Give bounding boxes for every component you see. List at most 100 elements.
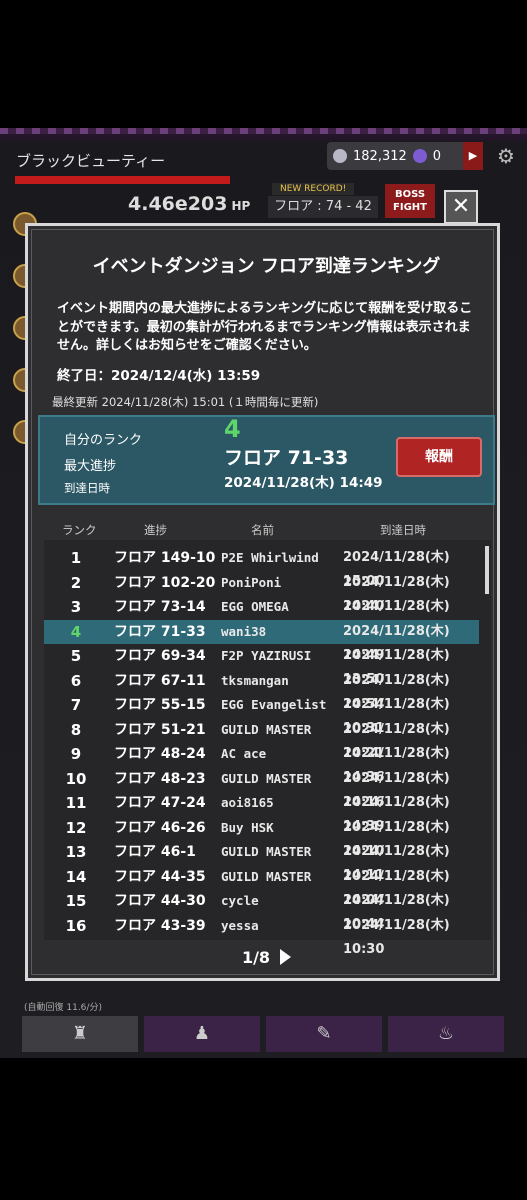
rank-cell: 4 <box>70 622 82 641</box>
coin-amount: 182,312 <box>353 148 407 164</box>
ranking-row: 4 フロア 71-33 wani38 2024/11/28(木) 14:49 <box>44 619 479 663</box>
ranking-row: 7 フロア 55-15 EGG Evangelist 2024/11/28(木) 10… <box>44 693 479 736</box>
player-name-cell: tksmangan <box>221 672 289 688</box>
max-progress-value: フロア 71-33 <box>224 447 349 469</box>
character-icon: ♟ <box>193 1023 211 1044</box>
player-name-cell: EGG Evangelist <box>221 697 327 712</box>
ranking-modal: イベントダンジョン フロア到達ランキング イベント期間内の最大進捗によるランキン… <box>25 223 500 981</box>
hp-unit: HP <box>231 199 251 213</box>
header-name: 名前 <box>251 523 274 537</box>
rank-cell: 12 <box>65 818 87 837</box>
ranking-row: 15 フロア 44-30 cycle 2024/11/28(木) 10:44 <box>44 889 479 932</box>
bottom-tab-tower[interactable]: ♜ <box>22 1016 138 1052</box>
my-rank-label: 自分のランク <box>64 433 143 448</box>
player-name-cell: Buy HSK <box>221 819 274 835</box>
ranking-row: 16 フロア 43-39 yessa 2024/11/28(木) 10:30 <box>44 914 479 957</box>
ranking-row: 5 フロア 69-34 F2P YAZIRUSI 2024/11/28(木) 13:5… <box>44 644 479 687</box>
last-update: 最終更新 2024/11/28(木) 15:01 (１時間毎に更新) <box>52 395 319 409</box>
rank-cell: 1 <box>70 549 82 567</box>
floor-cell: フロア 47-24 <box>114 795 206 811</box>
player-name-cell: aoi8165 <box>221 795 274 810</box>
gem-icon <box>412 149 427 163</box>
ranking-row: 12 フロア 46-26 Buy HSK 2024/11/28(木) 14:10 <box>44 816 479 859</box>
floor-cell: フロア 71-33 <box>114 623 206 640</box>
rank-cell: 14 <box>65 867 87 886</box>
next-page-icon[interactable] <box>280 949 292 965</box>
player-name-cell: P2E Whirlwind <box>221 550 319 565</box>
ranking-row: 3フロア 73-14EGG OMEGA2024/11/28(木) 14:47 <box>44 595 479 638</box>
tower-icon: ♜ <box>71 1023 89 1044</box>
my-rank-panel: 自分のランク 4 最大進捗 フロア 71-33 到達日時 2024/11/28(… <box>38 415 495 505</box>
player-name-cell: yessa <box>221 917 259 933</box>
pixel-border <box>0 128 527 134</box>
player-name-cell: PoniPoni <box>221 574 282 590</box>
floor-cell: フロア 102-20 <box>114 574 216 591</box>
floor-cell: フロア 51-21 <box>114 721 206 738</box>
ranking-row: 9 フロア 48-24 AC ace 2024/11/28(木) 14:36 <box>44 742 479 785</box>
modal-title: イベントダンジョン フロア到達ランキング <box>92 256 441 277</box>
gem-amount: 0 <box>432 148 442 164</box>
floor-cell: フロア 149-10 <box>114 550 216 566</box>
boss-fight-button[interactable]: BOSS FIGHT <box>385 184 435 218</box>
close-button[interactable]: ✕ <box>444 190 478 224</box>
floor-cell: フロア 46-1 <box>114 844 196 860</box>
scrollbar[interactable] <box>485 546 489 594</box>
header-rank: ランク <box>62 523 97 537</box>
player-name-cell: GUILD MASTER <box>221 721 312 737</box>
player-name-cell: EGG OMEGA <box>221 599 289 614</box>
boss-hp-value: 4.46e203 HP <box>128 193 250 215</box>
reached-date-value: 2024/11/28(木) 14:49 <box>224 475 383 491</box>
boss-name: ブラックビューティー <box>16 152 166 170</box>
coin-icon <box>333 149 347 163</box>
rank-cell: 2 <box>70 573 82 592</box>
gear-icon[interactable]: ⚙ <box>497 144 515 168</box>
modal-description: イベント期間内の最大進捗によるランキングに応じて報酬を受け取ることができます。最… <box>57 301 473 353</box>
modal-inner: イベントダンジョン フロア到達ランキング イベント期間内の最大進捗によるランキン… <box>31 229 495 975</box>
rank-cell: 9 <box>70 745 82 763</box>
reward-button[interactable]: 報酬 <box>396 437 482 477</box>
pager: 1/8 <box>32 948 501 967</box>
page-indicator: 1/8 <box>241 948 271 967</box>
hp-number: 4.46e203 <box>128 193 228 215</box>
rank-cell: 10 <box>65 769 87 788</box>
bottom-tab-character[interactable]: ♟ <box>144 1016 260 1052</box>
reached-date-label: 到達日時 <box>64 481 110 495</box>
ranking-row: 8 フロア 51-21 GUILD MASTER 2024/11/28(木) 14:2… <box>44 718 479 761</box>
rank-cell: 8 <box>70 720 82 739</box>
floor-cell: フロア 46-26 <box>114 819 206 836</box>
end-date: 終了日：2024/12/4(水) 13:59 <box>57 368 261 384</box>
scroll-icon: ✎ <box>316 1023 332 1044</box>
rank-cell: 6 <box>70 671 82 690</box>
rank-cell: 11 <box>65 794 87 812</box>
shop-button[interactable]: ▶ <box>463 142 483 170</box>
ranking-row: 2 フロア 102-20 PoniPoni 2024/11/28(木) 14:40 <box>44 571 479 614</box>
auto-recover-text: (自動回復 11.6/分) <box>24 1003 102 1013</box>
ranking-list[interactable]: 1 フロア 149-10 P2E Whirlwind 2024/11/28(木) 15… <box>44 540 491 957</box>
rank-cell: 15 <box>65 892 87 910</box>
ranking-row: 11 フロア 47-24 aoi8165 2024/11/28(木) 14:39 <box>44 791 479 834</box>
rank-cell: 7 <box>70 696 82 714</box>
floor-cell: フロア 73-14 <box>114 599 206 615</box>
ranking-row: 6 フロア 67-11 tksmangan 2024/11/28(木) 14:54 <box>44 669 479 712</box>
floor-cell: フロア 43-39 <box>114 917 206 934</box>
player-name-cell: GUILD MASTER <box>221 868 312 884</box>
bottom-tab-campfire[interactable]: ♨ <box>388 1016 504 1052</box>
ranking-row: 14 フロア 44-35 GUILD MASTER 2024/11/28(木) 14:… <box>44 865 479 908</box>
rank-cell: 13 <box>65 843 87 861</box>
floor-cell: フロア 69-34 <box>114 648 206 664</box>
fire-icon: ♨ <box>437 1023 455 1044</box>
floor-cell: フロア 55-15 <box>114 697 206 713</box>
player-name-cell: cycle <box>221 893 259 908</box>
header-date: 到達日時 <box>380 523 426 537</box>
floor-cell: フロア 48-24 <box>114 746 206 762</box>
new-record-badge: NEW RECORD! <box>272 183 355 195</box>
max-progress-label: 最大進捗 <box>64 459 117 474</box>
my-rank-value: 4 <box>224 415 241 443</box>
current-floor: フロア : 74 - 42 <box>268 196 378 218</box>
player-name-cell: GUILD MASTER <box>221 770 312 786</box>
ranking-row: 10 フロア 48-23 GUILD MASTER 2024/11/28(木) 14:… <box>44 767 479 810</box>
floor-cell: フロア 48-23 <box>114 770 206 787</box>
ranking-row: 1 フロア 149-10 P2E Whirlwind 2024/11/28(木) 15… <box>44 546 479 589</box>
rank-cell: 5 <box>70 647 82 665</box>
bottom-tab-items[interactable]: ✎ <box>266 1016 382 1052</box>
